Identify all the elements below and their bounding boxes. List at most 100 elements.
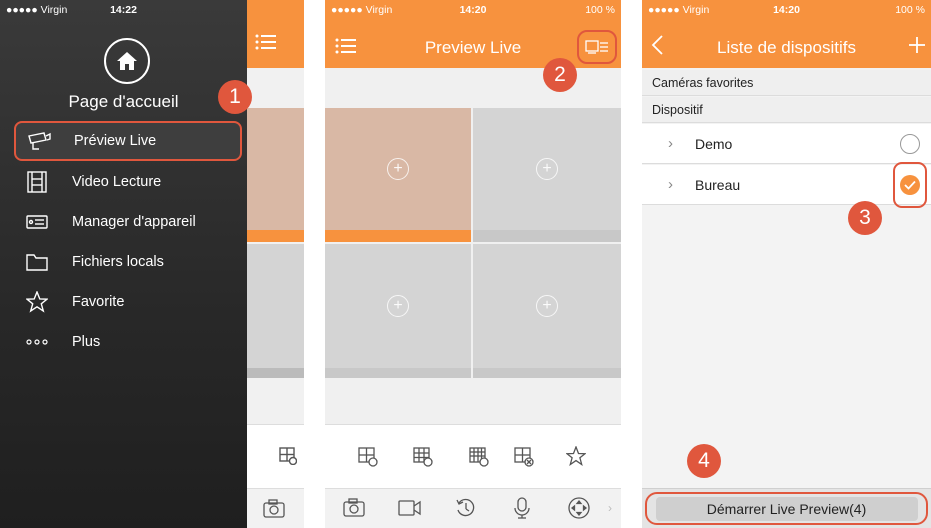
background-cell-bar — [247, 368, 304, 378]
status-bar: ●●●●● Virgin 14:22 — [0, 0, 247, 20]
split-9-button[interactable] — [413, 447, 433, 472]
home-button[interactable] — [104, 38, 150, 84]
status-bar: ●●●●● Virgin 14:20 100 % — [642, 0, 931, 20]
star-icon — [565, 445, 587, 467]
more-icon — [24, 331, 50, 353]
add-camera-icon: + — [387, 158, 409, 180]
grid-4-icon — [358, 447, 378, 467]
grid-close-icon — [514, 447, 534, 467]
device-list-button[interactable] — [577, 30, 617, 64]
video-cell-1[interactable]: + — [325, 108, 471, 230]
step-badge-2: 2 — [543, 58, 577, 92]
home-icon — [117, 52, 137, 70]
grid-9-icon — [413, 447, 433, 467]
microphone-icon — [514, 497, 530, 519]
check-circle-icon — [900, 175, 920, 195]
camera-snapshot-icon — [343, 498, 365, 517]
ptz-control-icon — [568, 497, 590, 519]
background-toolbar — [247, 424, 304, 488]
split-toolbar — [325, 424, 621, 488]
device-icon — [24, 211, 50, 233]
menu-item-video-lecture[interactable]: Video Lecture — [14, 162, 242, 202]
bottom-bar: › — [325, 488, 621, 528]
favorite-button[interactable] — [565, 445, 587, 471]
battery-label: 100 % — [895, 4, 925, 16]
step-badge-3: 3 — [848, 201, 882, 235]
background-cell — [247, 108, 304, 230]
video-cell-toolbar — [473, 368, 621, 378]
time-label: 14:20 — [773, 4, 800, 16]
menu-item-label: Video Lecture — [72, 174, 162, 190]
video-cell-2[interactable]: + — [473, 108, 621, 230]
device-name: Bureau — [695, 177, 741, 193]
camera-snapshot-icon — [263, 499, 285, 524]
menu-item-local-files[interactable]: Fichiers locals — [14, 242, 242, 282]
film-icon — [24, 171, 50, 193]
chevron-right-icon[interactable]: › — [608, 501, 612, 515]
header: ●●●●● Virgin 14:20 100 % Preview Live — [325, 0, 621, 68]
page-title: Liste de dispositifs — [717, 38, 856, 57]
add-camera-icon: + — [536, 295, 558, 317]
add-camera-icon: + — [387, 295, 409, 317]
video-record-icon — [398, 500, 421, 516]
time-label: 14:22 — [110, 4, 137, 16]
section-devices: Dispositif — [642, 97, 931, 123]
grid-16-icon — [469, 447, 489, 467]
status-bar: ●●●●● Virgin 14:20 100 % — [325, 0, 621, 20]
device-row-bureau[interactable]: › Bureau — [642, 165, 931, 205]
device-list-icon — [585, 40, 608, 54]
video-cell-toolbar — [325, 368, 471, 378]
device-name: Demo — [695, 136, 733, 152]
background-screen — [247, 0, 304, 528]
video-cell-4[interactable]: + — [473, 244, 621, 368]
grid-4-icon — [279, 447, 298, 470]
drawer-title: Page d'accueil — [68, 92, 179, 111]
split-4-button[interactable] — [358, 447, 378, 472]
select-circle-icon[interactable] — [900, 134, 920, 154]
side-drawer: ●●●●● Virgin 14:22 Page d'accueil Prévie… — [0, 0, 247, 528]
split-16-button[interactable] — [469, 447, 489, 472]
playback-button[interactable] — [455, 497, 477, 524]
video-cell-toolbar — [473, 230, 621, 242]
ptz-button[interactable] — [568, 497, 590, 524]
snapshot-button[interactable] — [343, 498, 365, 523]
menu-item-label: Fichiers locals — [72, 254, 164, 270]
menu-item-preview-live[interactable]: Préview Live — [14, 121, 242, 161]
video-cell-3[interactable]: + — [325, 244, 471, 368]
menu-item-label: Manager d'appareil — [72, 214, 196, 230]
menu-item-favorite[interactable]: Favorite — [14, 282, 242, 322]
background-header — [247, 0, 304, 68]
start-live-preview-button[interactable]: Démarrer Live Preview(4) — [655, 496, 918, 521]
background-cell-bar — [247, 230, 304, 242]
folder-icon — [24, 251, 50, 273]
menu-item-plus[interactable]: Plus — [14, 322, 242, 362]
record-button[interactable] — [398, 499, 422, 522]
menu-item-label: Favorite — [72, 294, 125, 310]
phone-main-menu: ●●●●● Virgin 14:22 Page d'accueil Prévie… — [0, 0, 304, 528]
video-cell-toolbar — [325, 230, 471, 242]
phone-device-list: ●●●●● Virgin 14:20 100 % Liste de dispos… — [642, 0, 931, 528]
add-camera-icon: + — [536, 158, 558, 180]
background-cell — [247, 244, 304, 368]
list-menu-icon — [255, 34, 277, 55]
phone-preview-live: ●●●●● Virgin 14:20 100 % Preview Live 2 … — [325, 0, 621, 528]
section-favorites: Caméras favorites — [642, 70, 931, 96]
add-device-button[interactable] — [908, 36, 926, 59]
menu-item-manager[interactable]: Manager d'appareil — [14, 202, 242, 242]
start-button-highlight: Démarrer Live Preview(4) — [645, 492, 928, 525]
star-icon — [24, 291, 50, 313]
menu-item-label: Préview Live — [74, 133, 157, 149]
chevron-right-icon[interactable]: › — [668, 135, 673, 152]
history-icon — [456, 498, 475, 517]
close-all-button[interactable] — [514, 447, 534, 472]
microphone-button[interactable] — [513, 497, 531, 524]
selected-checkbox-highlight[interactable] — [893, 162, 927, 208]
step-badge-4: 4 — [687, 444, 721, 478]
chevron-right-icon[interactable]: › — [668, 176, 673, 193]
menu-item-label: Plus — [72, 334, 101, 350]
camera-icon — [26, 130, 52, 152]
time-label: 14:20 — [459, 4, 487, 16]
device-row-demo[interactable]: › Demo — [642, 124, 931, 164]
background-bottom-bar — [247, 488, 304, 528]
battery-label: 100 % — [585, 4, 615, 16]
